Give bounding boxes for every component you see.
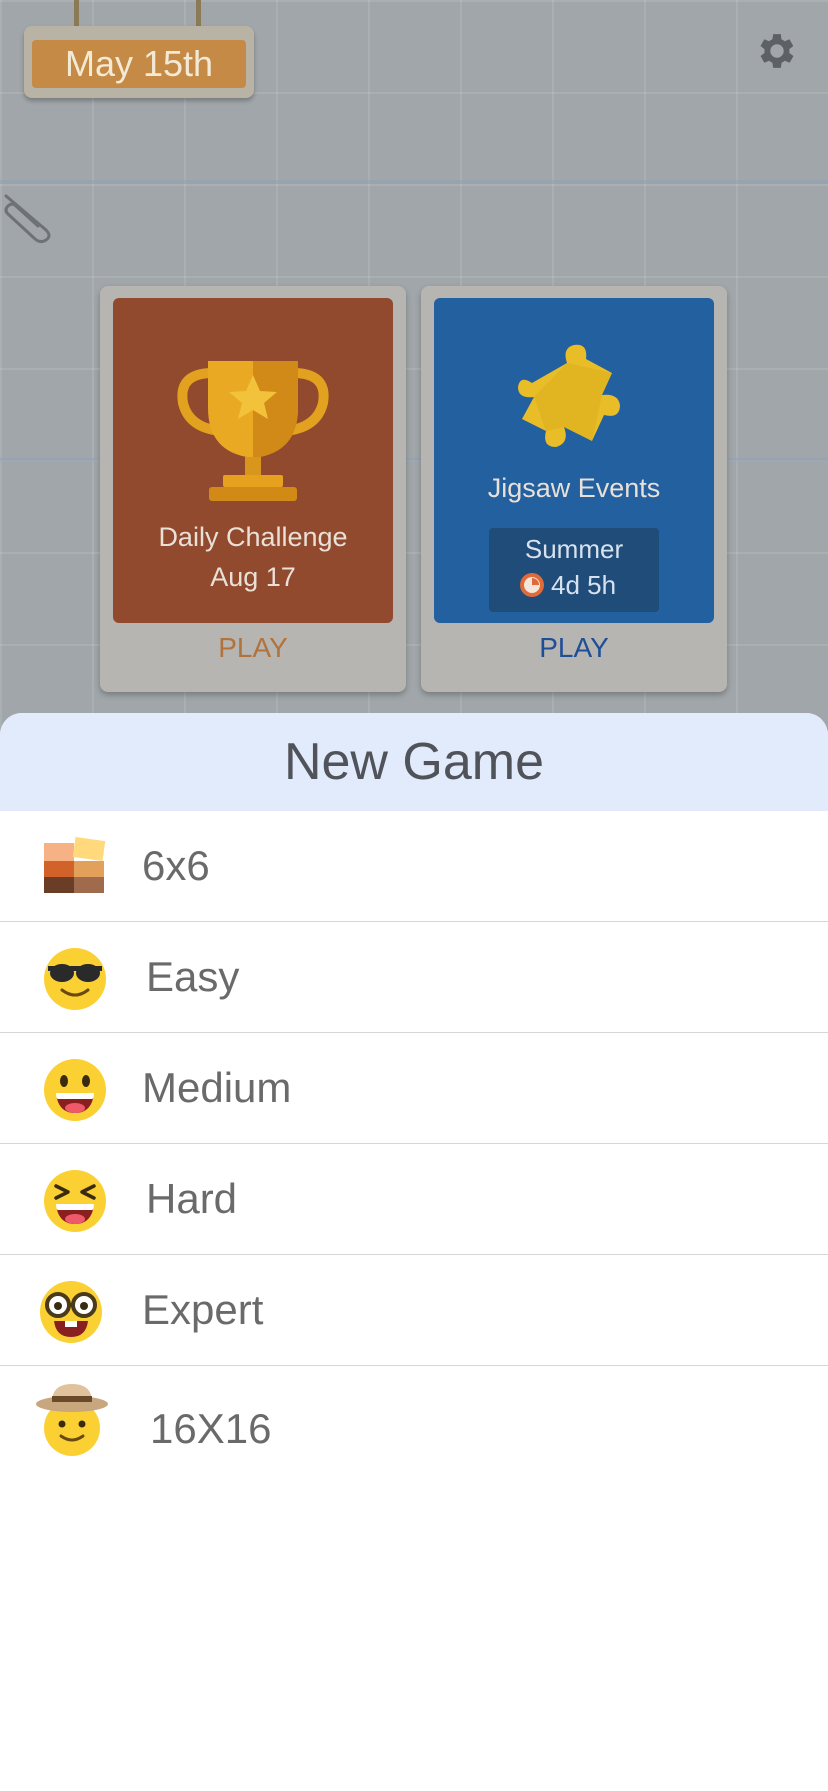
option-6x6[interactable]: 6x6 <box>0 811 828 922</box>
date-board: May 15th <box>24 26 254 98</box>
option-label: Hard <box>146 1175 238 1222</box>
jigsaw-events-face: Jigsaw Events Summer 4d 5h <box>434 298 714 623</box>
daily-challenge-play-button[interactable]: PLAY <box>100 632 406 664</box>
option-label: Easy <box>146 953 240 1000</box>
option-label: Expert <box>142 1286 264 1333</box>
option-label: 6x6 <box>142 842 210 889</box>
daily-challenge-card[interactable]: Daily Challenge Aug 17 PLAY <box>100 286 406 692</box>
option-expert[interactable]: Expert <box>0 1255 828 1366</box>
daily-challenge-face: Daily Challenge Aug 17 <box>113 298 393 623</box>
option-label: 16X16 <box>150 1405 272 1452</box>
grid-6x6-icon <box>40 833 110 903</box>
jigsaw-events-title: Jigsaw Events <box>487 473 661 503</box>
event-timer: 4d 5h <box>551 570 617 600</box>
daily-challenge-title: Daily Challenge <box>158 522 348 552</box>
option-easy[interactable]: Easy <box>0 922 828 1033</box>
background-line <box>0 180 828 184</box>
hat-face-icon <box>36 1380 112 1460</box>
squinting-face-icon <box>40 1166 110 1236</box>
trophy-icon <box>177 361 329 501</box>
new-game-sheet: New Game 6x6 Easy Medium Hard Expert 16X… <box>0 713 828 1791</box>
jigsaw-events-card[interactable]: Jigsaw Events Summer 4d 5h PLAY <box>421 286 727 692</box>
puzzle-piece-icon <box>518 344 620 447</box>
date-label: May 15th <box>32 40 246 88</box>
sunglasses-face-icon <box>40 944 110 1014</box>
nerd-face-icon <box>36 1277 106 1347</box>
event-name: Summer <box>524 534 624 564</box>
paperclip-icon <box>0 190 60 250</box>
date-sign: May 15th <box>24 0 254 98</box>
grinning-face-icon <box>40 1055 110 1125</box>
option-16x16[interactable]: 16X16 <box>0 1366 828 1476</box>
clock-icon <box>519 572 545 598</box>
daily-challenge-date: Aug 17 <box>210 562 296 592</box>
option-hard[interactable]: Hard <box>0 1144 828 1255</box>
option-medium[interactable]: Medium <box>0 1033 828 1144</box>
event-timer-box: Summer 4d 5h <box>489 528 659 612</box>
jigsaw-events-play-button[interactable]: PLAY <box>421 632 727 664</box>
option-label: Medium <box>142 1064 292 1111</box>
sheet-title: New Game <box>0 713 828 811</box>
settings-gear-icon[interactable] <box>754 28 800 74</box>
